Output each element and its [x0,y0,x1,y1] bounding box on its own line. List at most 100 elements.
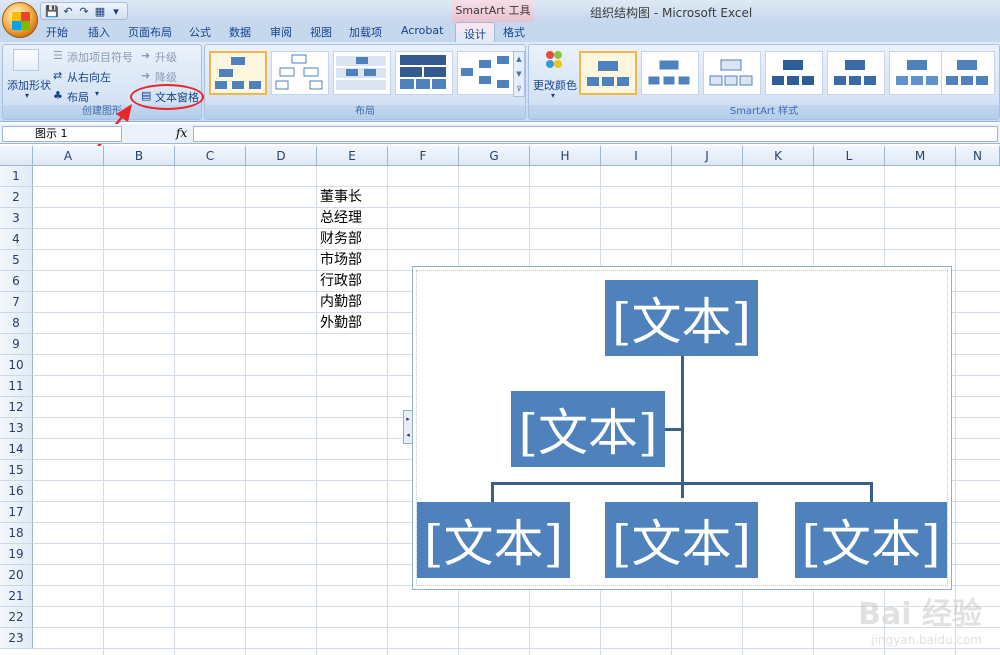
column-header-n[interactable]: N [956,146,1000,166]
promote-button[interactable]: 升级 [155,49,177,65]
column-header-d[interactable]: D [246,146,317,166]
row-header[interactable]: 22 [0,607,33,628]
fx-icon[interactable]: fx [176,126,187,140]
layout-icon: ♣ [53,89,63,102]
cell-e7[interactable]: 内勤部 [320,292,362,313]
tab-page-layout[interactable]: 页面布局 [128,24,172,40]
save-icon[interactable]: 💾 [45,5,59,18]
row-header[interactable]: 12 [0,397,33,418]
column-header-i[interactable]: I [601,146,672,166]
group-layouts: ▲ ▼ ⊽ 布局 [204,44,526,120]
row-header[interactable]: 23 [0,628,33,649]
customize-qat-icon[interactable]: ▾ [109,5,123,18]
row-header[interactable]: 13 [0,418,33,439]
style-thumb-1[interactable] [579,51,637,95]
column-header-f[interactable]: F [388,146,459,166]
form-icon[interactable]: ▦ [93,5,107,18]
style-thumb-5[interactable] [827,51,885,95]
demote-button[interactable]: 降级 [155,69,177,85]
tab-data[interactable]: 数据 [229,24,251,40]
redo-icon[interactable]: ↷ [77,5,91,18]
org-node-child[interactable]: [文本] [605,502,758,578]
column-header-a[interactable]: A [33,146,104,166]
row-header[interactable]: 20 [0,565,33,586]
layout-thumb-hierarchy[interactable] [271,51,329,95]
column-header-j[interactable]: J [672,146,743,166]
ribbon-tabs: 开始 插入 页面布局 公式 数据 审阅 视图 加载项 Acrobat 设计 格式 [0,22,1000,42]
group-label-smartart-styles: SmartArt 样式 [529,105,999,119]
select-all-corner[interactable] [0,146,33,166]
row-header[interactable]: 7 [0,292,33,313]
connector-line [665,428,682,431]
layout-thumb-table-hierarchy[interactable] [395,51,453,95]
style-thumb-6[interactable] [889,51,947,95]
column-header-e[interactable]: E [317,146,388,166]
row-header[interactable]: 8 [0,313,33,334]
tab-addins[interactable]: 加载项 [349,24,382,40]
row-header[interactable]: 18 [0,523,33,544]
org-node-top[interactable]: [文本] [605,280,758,356]
row-header[interactable]: 1 [0,166,33,187]
tab-design[interactable]: 设计 [455,22,495,42]
row-header[interactable]: 15 [0,460,33,481]
org-node-child[interactable]: [文本] [795,502,947,578]
row-header[interactable]: 17 [0,502,33,523]
change-colors-icon [541,49,567,71]
tab-view[interactable]: 视图 [310,24,332,40]
tab-format[interactable]: 格式 [503,24,525,40]
cell-e2[interactable]: 董事长 [320,187,362,208]
row-header[interactable]: 21 [0,586,33,607]
column-header-c[interactable]: C [175,146,246,166]
right-to-left-button[interactable]: 从右向左 [67,69,111,85]
row-header[interactable]: 4 [0,229,33,250]
column-header-g[interactable]: G [459,146,530,166]
style-thumb-4[interactable] [765,51,823,95]
office-logo-icon [12,12,30,30]
column-header-b[interactable]: B [104,146,175,166]
add-bullet-button[interactable]: 添加项目符号 [67,49,133,65]
style-thumb-2[interactable] [641,51,699,95]
layout-gallery-scroll[interactable]: ▲ ▼ ⊽ [513,51,525,97]
tab-home[interactable]: 开始 [46,24,68,40]
tab-formulas[interactable]: 公式 [189,24,211,40]
org-node-assistant[interactable]: [文本] [511,391,665,467]
style-thumb-3[interactable] [703,51,761,95]
tab-insert[interactable]: 插入 [88,24,110,40]
cell-e3[interactable]: 总经理 [320,208,362,229]
cell-e6[interactable]: 行政部 [320,271,362,292]
row-header[interactable]: 16 [0,481,33,502]
row-header[interactable]: 6 [0,271,33,292]
formula-input[interactable] [193,126,998,142]
watermark-brand: Bai 经验 [858,597,982,632]
column-header-m[interactable]: M [885,146,956,166]
layout-thumb-org-chart[interactable] [209,51,267,95]
office-button[interactable] [2,2,38,38]
layout-thumb-labeled-hierarchy[interactable] [333,51,391,95]
tab-review[interactable]: 审阅 [270,24,292,40]
column-header-h[interactable]: H [530,146,601,166]
connector-line [870,482,873,502]
row-header[interactable]: 14 [0,439,33,460]
row-header[interactable]: 11 [0,376,33,397]
row-header[interactable]: 9 [0,334,33,355]
layout-thumb-horizontal-hierarchy[interactable] [457,51,515,95]
name-box[interactable]: 图示 1 [2,126,122,142]
style-thumb-7[interactable] [941,51,995,95]
row-header[interactable]: 19 [0,544,33,565]
baidu-watermark: Bai 经验 jingyan.baidu.com [858,589,982,647]
cell-e4[interactable]: 财务部 [320,229,362,250]
text-pane-toggle[interactable]: ▸ ◂ [403,410,413,444]
undo-icon[interactable]: ↶ [61,5,75,18]
tab-acrobat[interactable]: Acrobat [401,24,443,37]
add-shape-icon [13,49,39,71]
cell-e8[interactable]: 外勤部 [320,313,362,334]
org-node-child[interactable]: [文本] [417,502,570,578]
row-header[interactable]: 10 [0,355,33,376]
row-header[interactable]: 5 [0,250,33,271]
cell-e5[interactable]: 市场部 [320,250,362,271]
column-header-k[interactable]: K [743,146,814,166]
row-header[interactable]: 3 [0,208,33,229]
promote-arrow-icon: ➜ [141,49,151,62]
column-header-l[interactable]: L [814,146,885,166]
row-header[interactable]: 2 [0,187,33,208]
